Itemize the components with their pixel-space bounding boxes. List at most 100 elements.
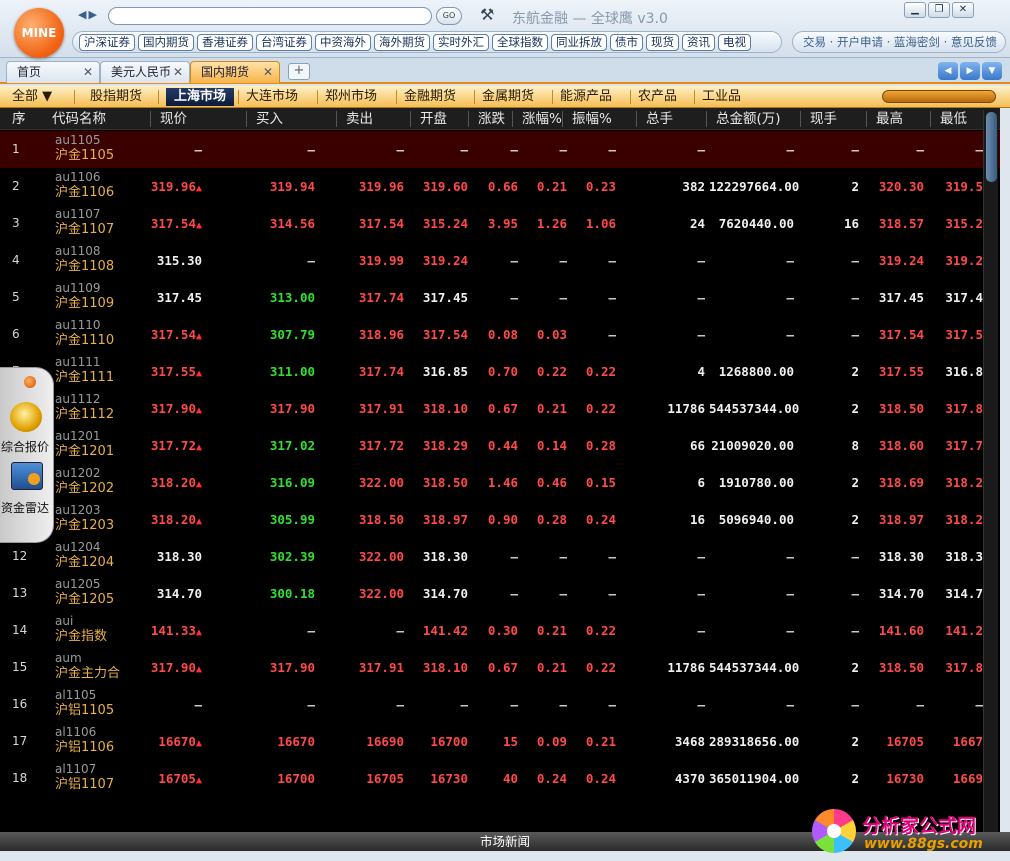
scrollbar-thumb[interactable] xyxy=(986,112,997,182)
table-row[interactable]: 11au1203沪金1203318.20▲305.99318.50318.970… xyxy=(0,501,1000,538)
cell-value: 318.10 xyxy=(422,660,468,675)
table-row[interactable]: 6 au1110 沪金1110 317.54▲ 307.79 318.96 317.54 0.… xyxy=(0,316,1000,353)
cell-amp: 0.22 xyxy=(571,353,616,390)
tab-home[interactable]: 首页 ✕ xyxy=(6,61,100,83)
category-tab[interactable]: 上海市场 xyxy=(166,88,235,106)
cell-value: 0.24 xyxy=(536,771,567,786)
cell-value: 0.23 xyxy=(585,179,616,194)
quick-nav-button[interactable]: 电视 xyxy=(718,33,751,51)
quick-nav-button[interactable]: 同业拆放 xyxy=(551,33,607,51)
close-icon[interactable]: ✕ xyxy=(83,62,93,82)
column-header[interactable]: 总手 xyxy=(646,108,673,130)
table-row[interactable]: 1 au1105 沪金1105 — — — — — — — — — — — — xyxy=(0,131,1000,168)
column-header[interactable]: 涨跌 xyxy=(478,108,505,130)
coins-icon[interactable] xyxy=(10,402,42,432)
cell-bid: 16670 xyxy=(206,723,315,760)
close-icon[interactable]: ✕ xyxy=(173,62,183,82)
tab-prev-button[interactable]: ◀ xyxy=(938,62,958,80)
table-row[interactable]: 9au1201沪金1201317.72▲317.02317.72318.290.… xyxy=(0,427,1000,464)
column-header[interactable]: 振幅% xyxy=(572,108,612,130)
new-tab-button[interactable]: + xyxy=(288,63,310,80)
category-tab[interactable]: 大连市场 xyxy=(246,88,298,106)
quick-nav-button[interactable]: 海外期货 xyxy=(374,33,430,51)
contract-code: au1201 xyxy=(55,429,101,443)
column-header[interactable]: 买入 xyxy=(256,108,283,130)
fund-radar-label[interactable]: 资金雷达 xyxy=(1,499,49,516)
category-tab[interactable]: 股指期货 xyxy=(90,88,142,106)
cell-open: 315.24 xyxy=(408,205,468,242)
quick-nav-button[interactable]: 全球指数 xyxy=(492,33,548,51)
column-header[interactable]: 现手 xyxy=(810,108,837,130)
tab-next-button[interactable]: ▶ xyxy=(960,62,980,80)
category-scrollbar[interactable] xyxy=(882,90,996,103)
cell-value: 314.70 xyxy=(422,586,468,601)
table-row[interactable]: 3 au1107 沪金1107 317.54▲ 314.56 317.54 315.24 3.… xyxy=(0,205,1000,242)
address-input[interactable] xyxy=(108,7,432,25)
quick-nav-button[interactable]: 债市 xyxy=(610,33,643,51)
composite-quote-label[interactable]: 综合报价 xyxy=(1,438,49,455)
category-tab[interactable]: 能源产品 xyxy=(560,88,612,106)
table-row[interactable]: 2 au1106 沪金1106 319.96▲ 319.94 319.96 319.60 0.… xyxy=(0,168,1000,205)
column-header[interactable]: 涨幅% xyxy=(522,108,562,130)
cell-value: 2 xyxy=(851,364,859,379)
tab-usd-cny[interactable]: 美元人民币 ✕ xyxy=(100,61,190,83)
category-tab[interactable]: 金属期货 xyxy=(482,88,534,106)
table-row[interactable]: 15 aum 沪金主力合 317.90▲ 317.90 317.91 318.10 0.67 0… xyxy=(0,649,1000,686)
account-links[interactable]: 交易 · 开户申请 · 蓝海密剑 · 意见反馈 xyxy=(792,31,1006,53)
app-logo[interactable]: MINE xyxy=(14,8,64,58)
column-header[interactable]: 序 xyxy=(12,108,26,130)
maximize-button[interactable]: ❐ xyxy=(928,2,950,18)
cell-value: 8 xyxy=(851,438,859,453)
table-row[interactable]: 18 al1107 沪铝1107 16705▲ 16700 16705 16730 40 0.2… xyxy=(0,760,1000,797)
tools-icon[interactable]: ⚒ xyxy=(480,5,494,24)
minimize-button[interactable]: ▁ xyxy=(904,2,926,18)
quick-nav-button[interactable]: 沪深证券 xyxy=(79,33,135,51)
cell-open: 318.10 xyxy=(408,390,468,427)
tab-navigation: ◀ ▶ ▼ xyxy=(938,62,1002,80)
column-header[interactable]: 代码名称 xyxy=(52,108,106,130)
cell-chg: — xyxy=(472,279,518,316)
close-icon[interactable]: ✕ xyxy=(263,62,273,82)
column-header[interactable]: 现价 xyxy=(160,108,187,130)
vertical-scrollbar[interactable] xyxy=(983,110,998,832)
back-forward-arrows[interactable]: ◀▶ xyxy=(78,8,99,21)
cell-value: 314.70 xyxy=(156,586,202,601)
table-row[interactable]: 13 au1205 沪金1205 314.70 300.18 322.00 314.70 — —… xyxy=(0,575,1000,612)
column-header[interactable]: 最低 xyxy=(940,108,967,130)
column-header[interactable]: 卖出 xyxy=(346,108,373,130)
table-row[interactable]: 14 aui 沪金指数 141.33▲ — — 141.42 0.30 0.21 0.22 — — — 1… xyxy=(0,612,1000,649)
pin-icon[interactable] xyxy=(24,376,36,388)
column-header[interactable]: 开盘 xyxy=(420,108,447,130)
table-row[interactable]: 7au1111沪金1111317.55▲311.00317.74316.850.… xyxy=(0,353,1000,390)
table-row[interactable]: 4 au1108 沪金1108 315.30 — 319.99 319.24 — — — — — — 31… xyxy=(0,242,1000,279)
category-tab[interactable]: 工业品 xyxy=(702,88,741,106)
table-row[interactable]: 8au1112沪金1112317.90▲317.90317.91318.100.… xyxy=(0,390,1000,427)
tab-list-button[interactable]: ▼ xyxy=(982,62,1002,80)
table-row[interactable]: 10au1202沪金1202318.20▲316.09322.00318.501… xyxy=(0,464,1000,501)
cell-value: 317.55 xyxy=(878,364,924,379)
category-tab[interactable]: 郑州市场 xyxy=(325,88,377,106)
quick-nav-button[interactable]: 现货 xyxy=(646,33,679,51)
column-header[interactable]: 总金额(万) xyxy=(716,108,781,130)
close-button[interactable]: ✕ xyxy=(952,2,974,18)
quick-nav-button[interactable]: 国内期货 xyxy=(138,33,194,51)
quick-nav-button[interactable]: 香港证券 xyxy=(197,33,253,51)
table-row[interactable]: 17 al1106 沪铝1106 16670▲ 16670 16690 16700 15 0.0… xyxy=(0,723,1000,760)
quick-nav-button[interactable]: 台湾证券 xyxy=(256,33,312,51)
category-tab[interactable]: 金融期货 xyxy=(404,88,456,106)
quick-nav-button[interactable]: 资讯 xyxy=(682,33,715,51)
category-tab[interactable]: 农产品 xyxy=(638,88,677,106)
quick-nav-button[interactable]: 中资海外 xyxy=(315,33,371,51)
category-all-dropdown[interactable]: 全部 ▼ xyxy=(12,88,52,106)
table-row[interactable]: 16 al1105 沪铝1105 — — — — — — — — — — — — xyxy=(0,686,1000,723)
radar-icon[interactable] xyxy=(11,462,43,490)
cell-value: 141.60 xyxy=(878,623,924,638)
column-header[interactable]: 最高 xyxy=(876,108,903,130)
table-row[interactable]: 5 au1109 沪金1109 317.45 313.00 317.74 317.45 — — —… xyxy=(0,279,1000,316)
tab-domestic-futures[interactable]: 国内期货 ✕ xyxy=(190,61,280,83)
cell-value: 16705 xyxy=(366,771,404,786)
quick-nav-button[interactable]: 实时外汇 xyxy=(433,33,489,51)
up-arrow-icon: ▲ xyxy=(195,516,202,527)
table-row[interactable]: 12 au1204 沪金1204 318.30 302.39 322.00 318.30 — —… xyxy=(0,538,1000,575)
go-button[interactable]: GO xyxy=(436,7,462,25)
